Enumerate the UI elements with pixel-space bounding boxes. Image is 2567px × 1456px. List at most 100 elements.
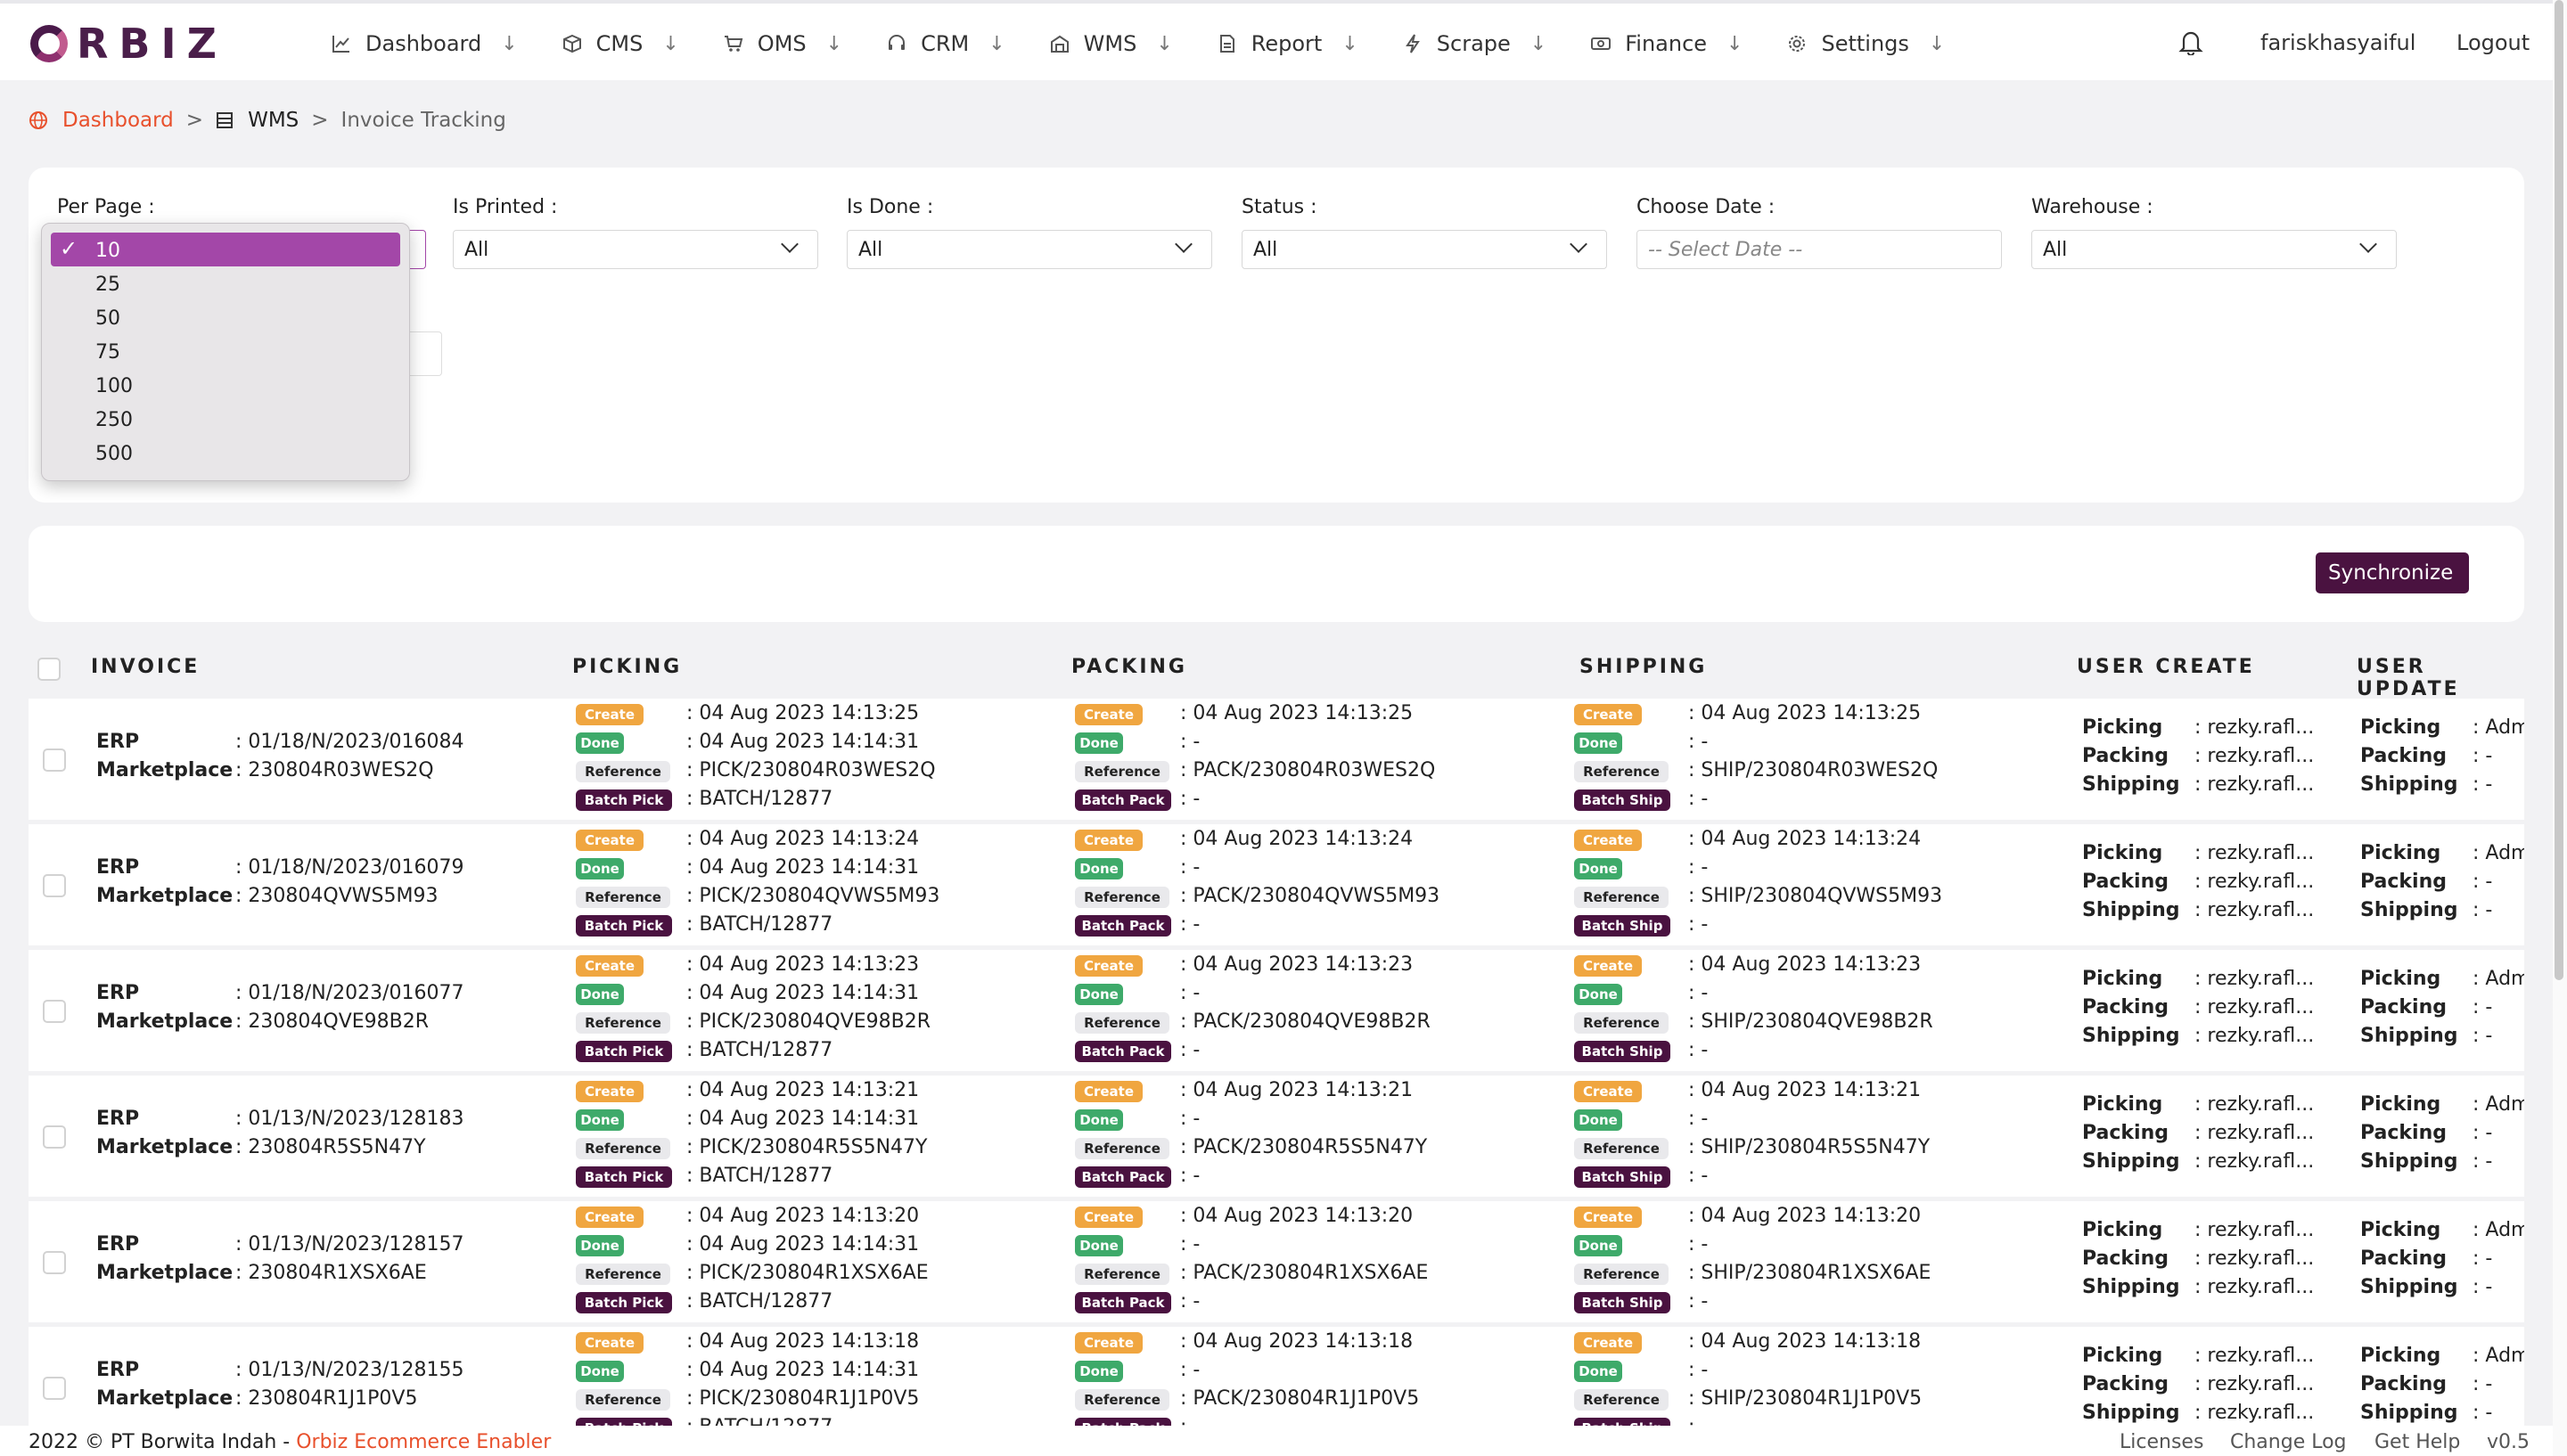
user-update-picking-value: : Adm	[2473, 716, 2524, 739]
nav-dashboard[interactable]: Dashboard ↓	[332, 31, 518, 56]
select-all-checkbox[interactable]	[37, 658, 61, 681]
nav-wms[interactable]: WMS ↓	[1050, 31, 1173, 56]
date-picker-input[interactable]: -- Select Date --	[1636, 230, 2002, 269]
shipping-done-value: : -	[1688, 856, 1709, 879]
picking-create-value: : 04 Aug 2023 14:13:20	[686, 1205, 920, 1227]
done-badge: Done	[576, 858, 624, 879]
synchronize-button[interactable]: Synchronize	[2316, 552, 2469, 600]
money-icon	[1591, 34, 1612, 53]
nav-report[interactable]: Report ↓	[1218, 31, 1358, 56]
user-update-shipping-label: Shipping	[2360, 899, 2458, 921]
warehouse-select[interactable]: All	[2031, 230, 2397, 269]
user-menu[interactable]: fariskhasyaiful	[2260, 30, 2415, 55]
row-checkbox[interactable]	[43, 1000, 66, 1023]
per-page-option[interactable]: 250	[51, 402, 400, 436]
user-create-shipping-value: : rezky.rafl...	[2194, 899, 2315, 921]
per-page-option[interactable]: 500	[51, 436, 400, 470]
scrollbar-thumb[interactable]	[2555, 0, 2563, 980]
changelog-link[interactable]: Change Log	[2230, 1431, 2347, 1453]
per-page-option[interactable]: 50	[51, 300, 400, 334]
marketplace-number: : 230804R1XSX6AE	[235, 1262, 427, 1284]
packing-create-value: : 04 Aug 2023 14:13:18	[1180, 1330, 1414, 1353]
user-create-packing-value: : rezky.rafl...	[2194, 745, 2315, 767]
nav-label: Scrape	[1436, 31, 1511, 56]
row-checkbox[interactable]	[43, 1251, 66, 1274]
nav-crm[interactable]: CRM ↓	[887, 31, 1005, 56]
batch-pick-badge: Batch Pick	[576, 1418, 672, 1426]
col-user-create[interactable]: USER CREATE	[2077, 656, 2255, 678]
bell-icon[interactable]	[2178, 29, 2205, 57]
breadcrumb-separator: >	[311, 109, 329, 132]
table-row[interactable]: ERP: 01/18/N/2023/016077 Marketplace: 230…	[29, 950, 2524, 1071]
user-update-packing-label: Packing	[2360, 996, 2448, 1018]
status-select[interactable]: All	[1242, 230, 1607, 269]
nav-oms[interactable]: OMS ↓	[724, 31, 842, 56]
reference-badge: Reference	[1574, 1012, 1669, 1034]
row-checkbox[interactable]	[43, 1125, 66, 1149]
create-badge: Create	[1075, 955, 1143, 977]
table-row[interactable]: ERP: 01/13/N/2023/128155 Marketplace: 230…	[29, 1327, 2524, 1426]
per-page-option[interactable]: ✓ 10	[51, 233, 400, 266]
erp-label: ERP	[96, 731, 140, 753]
shipping-batch-value: : -	[1688, 788, 1709, 810]
user-update-shipping-label: Shipping	[2360, 1402, 2458, 1424]
packing-done-value: : -	[1180, 1233, 1201, 1256]
is-done-select[interactable]: All	[847, 230, 1212, 269]
batch-ship-badge: Batch Ship	[1574, 789, 1670, 811]
batch-pack-badge: Batch Pack	[1075, 1041, 1171, 1062]
erp-label: ERP	[96, 982, 140, 1004]
is-printed-select[interactable]: All	[453, 230, 818, 269]
packing-batch-value: : -	[1180, 1165, 1201, 1187]
licenses-link[interactable]: Licenses	[2120, 1431, 2203, 1453]
create-badge: Create	[576, 704, 644, 725]
col-user-update[interactable]: USER UPDATE	[2357, 656, 2524, 700]
per-page-option[interactable]: 100	[51, 368, 400, 402]
table-row[interactable]: ERP: 01/18/N/2023/016079 Marketplace: 230…	[29, 824, 2524, 945]
select-value: All	[1253, 239, 1278, 261]
logout-link[interactable]: Logout	[2456, 30, 2530, 55]
picking-reference-value: : PICK/230804QVWS5M93	[686, 885, 940, 907]
packing-create-value: : 04 Aug 2023 14:13:25	[1180, 702, 1414, 724]
row-checkbox[interactable]	[43, 1377, 66, 1400]
table-row[interactable]: ERP: 01/13/N/2023/128157 Marketplace: 230…	[29, 1201, 2524, 1322]
done-badge: Done	[1574, 858, 1622, 879]
row-checkbox[interactable]	[43, 874, 66, 897]
table-row[interactable]: ERP: 01/18/N/2023/016084 Marketplace: 230…	[29, 699, 2524, 820]
row-checkbox[interactable]	[43, 748, 66, 772]
nav-cms[interactable]: CMS ↓	[562, 31, 679, 56]
breadcrumb-wms[interactable]: WMS	[216, 109, 299, 132]
brand-logo[interactable]: RBIZ	[30, 20, 227, 68]
select-value: All	[2043, 239, 2068, 261]
nav-scrape[interactable]: Scrape ↓	[1403, 31, 1546, 56]
nav-finance[interactable]: Finance ↓	[1591, 31, 1743, 56]
packing-done-value: : -	[1180, 856, 1201, 879]
nav-label: Finance	[1625, 31, 1708, 56]
select-value: All	[464, 239, 489, 261]
col-shipping[interactable]: SHIPPING	[1579, 656, 1707, 678]
batch-pack-badge: Batch Pack	[1075, 1166, 1171, 1188]
picking-reference-value: : PICK/230804R1XSX6AE	[686, 1262, 929, 1284]
chevron-down-icon	[781, 235, 799, 253]
per-page-option[interactable]: 25	[51, 266, 400, 300]
packing-reference-value: : PACK/230804QVWS5M93	[1180, 885, 1440, 907]
picking-batch-value: : BATCH/12877	[686, 1165, 833, 1187]
chevron-down-icon	[1570, 235, 1587, 253]
picking-done-value: : 04 Aug 2023 14:14:31	[686, 1108, 920, 1130]
col-picking[interactable]: PICKING	[572, 656, 682, 678]
done-badge: Done	[1574, 1109, 1622, 1131]
marketplace-number: : 230804QVWS5M93	[235, 885, 439, 907]
breadcrumb-home[interactable]: Dashboard	[29, 109, 174, 132]
table-row[interactable]: ERP: 01/13/N/2023/128183 Marketplace: 230…	[29, 1076, 2524, 1197]
col-invoice[interactable]: INVOICE	[91, 656, 200, 678]
user-create-shipping-label: Shipping	[2082, 899, 2180, 921]
reference-badge: Reference	[1075, 887, 1169, 908]
file-icon	[1218, 34, 1237, 53]
company-link[interactable]: Orbiz Ecommerce Enabler	[296, 1431, 551, 1453]
version-text: v0.5	[2487, 1431, 2530, 1453]
user-create-packing-value: : rezky.rafl...	[2194, 871, 2315, 893]
picking-done-value: : 04 Aug 2023 14:14:31	[686, 1233, 920, 1256]
col-packing[interactable]: PACKING	[1071, 656, 1187, 678]
help-link[interactable]: Get Help	[2374, 1431, 2460, 1453]
per-page-option[interactable]: 75	[51, 334, 400, 368]
nav-settings[interactable]: Settings ↓	[1787, 31, 1945, 56]
